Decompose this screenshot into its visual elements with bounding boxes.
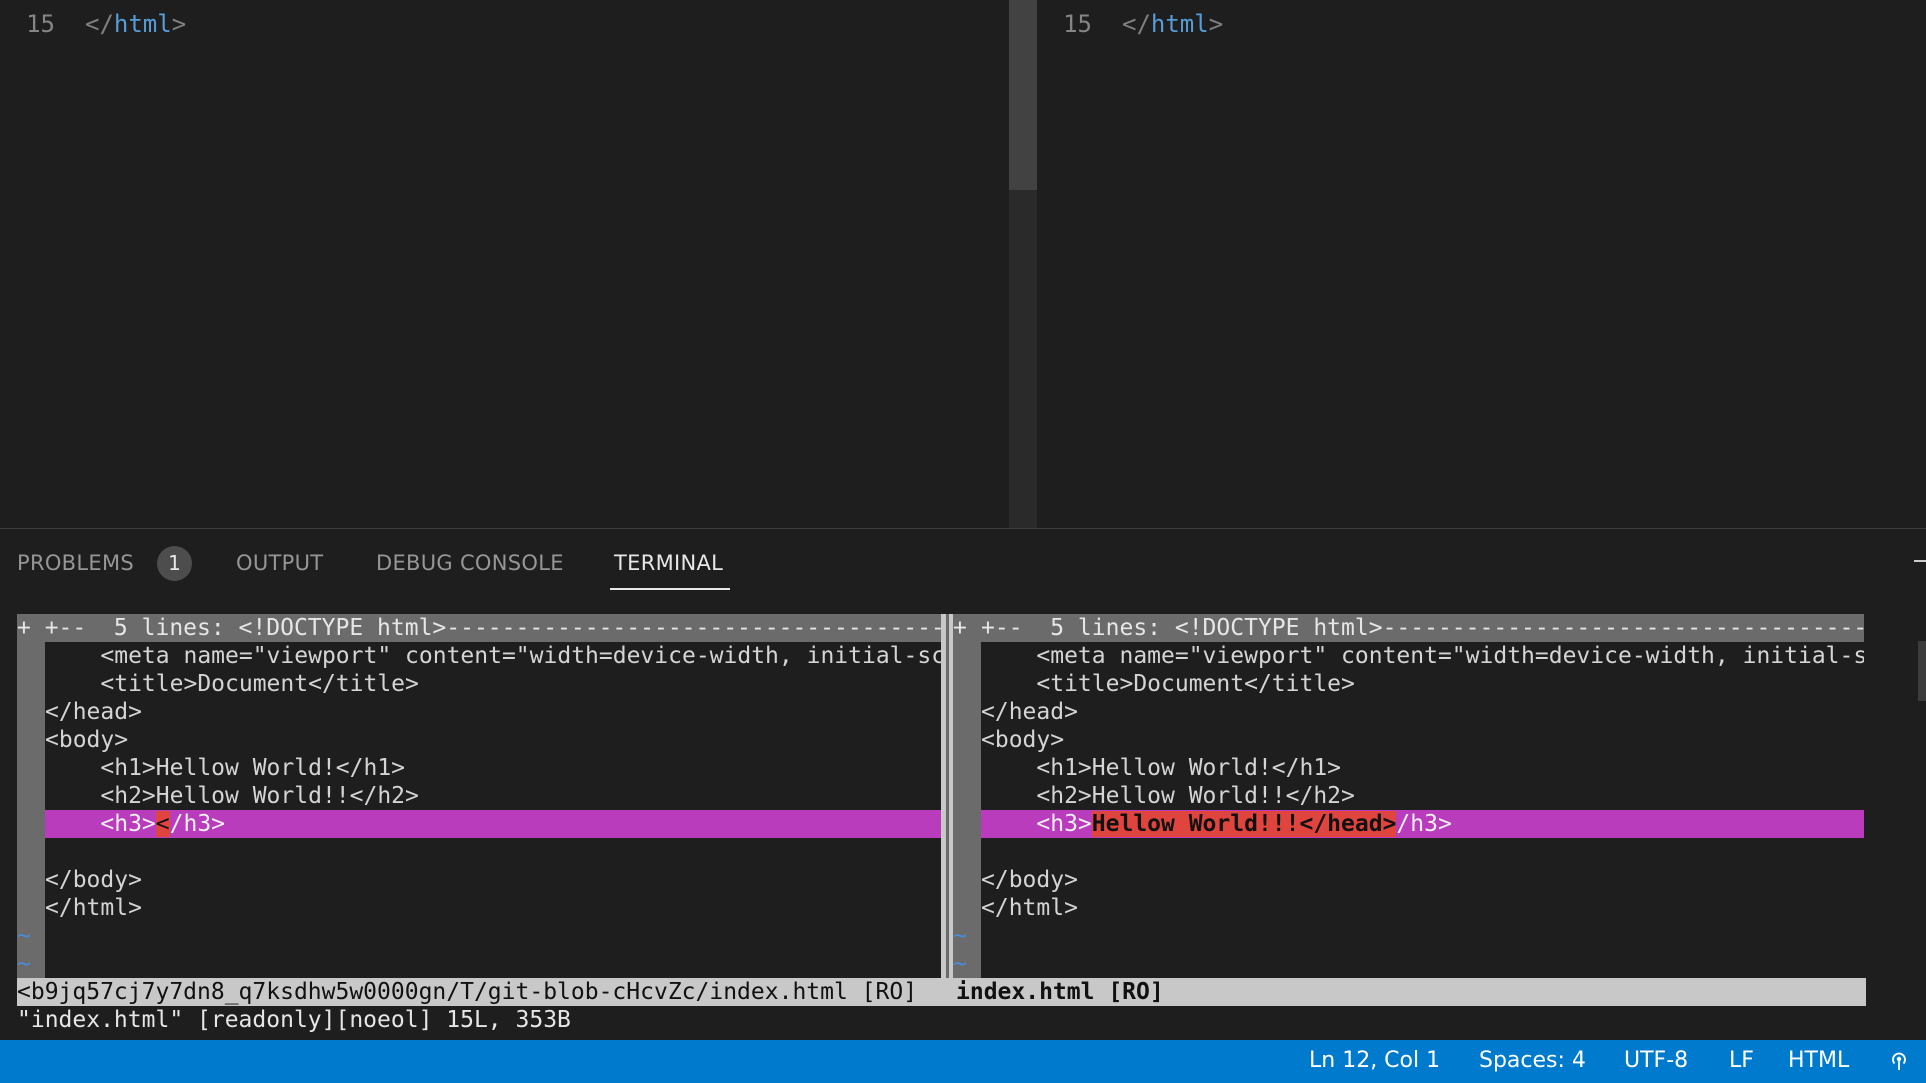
- terminal-line: <title>Document</title>: [45, 671, 419, 697]
- vim-message-line: "index.html" [readonly][noeol] 15L, 353B: [17, 1007, 571, 1033]
- empty-line-tilde: ~: [17, 923, 31, 949]
- diff-suffix: /h3>: [1396, 811, 1452, 837]
- code-punct: </: [1122, 10, 1151, 38]
- diff-prefix: <h3>: [981, 811, 1092, 837]
- editor-scrollbar-thumb[interactable]: [1009, 0, 1037, 190]
- vim-statusline-right: index.html [RO]: [954, 978, 1866, 1006]
- editor-pane-original[interactable]: 15 </html>: [0, 0, 1009, 528]
- tab-terminal[interactable]: TERMINAL: [614, 551, 723, 575]
- panel-tabs: PROBLEMS 1 OUTPUT DEBUG CONSOLE TERMINAL: [0, 529, 1926, 595]
- code-punct: >: [1208, 10, 1224, 38]
- diff-suffix: /h3>: [169, 811, 226, 837]
- fold-line-left: + +-- 5 lines: <!DOCTYPE html>----------…: [17, 614, 941, 642]
- terminal-line: </html>: [981, 895, 1078, 921]
- terminal-scrollbar[interactable]: [1918, 641, 1926, 701]
- terminal-line: <h1>Hellow World!</h1>: [45, 755, 406, 781]
- code-tag: html: [1150, 10, 1209, 38]
- code-punct: </: [85, 10, 114, 38]
- empty-line-tilde: ~: [17, 951, 31, 977]
- terminal-line: </body>: [45, 867, 142, 893]
- code-tag: html: [113, 10, 172, 38]
- code-punct: >: [171, 10, 187, 38]
- tab-output[interactable]: OUTPUT: [236, 551, 323, 575]
- empty-line-tilde: ~: [953, 923, 967, 949]
- file-encoding[interactable]: UTF-8: [1624, 1048, 1688, 1073]
- language-mode[interactable]: HTML: [1788, 1048, 1849, 1073]
- diff-change-line-right: <h3>Hellow World!!!</head>/h3>: [981, 810, 1864, 838]
- terminal-line: <body>: [981, 727, 1065, 753]
- code-line: 15 </html>: [1037, 9, 1223, 39]
- tab-problems[interactable]: PROBLEMS: [17, 551, 134, 575]
- terminal-line: </html>: [45, 895, 142, 921]
- gutter-plus: +: [953, 615, 967, 641]
- vim-split-line: [946, 614, 949, 978]
- tab-debug-console[interactable]: DEBUG CONSOLE: [376, 551, 564, 575]
- editor-pane-modified[interactable]: 15 </html>: [1037, 0, 1926, 528]
- terminal-line: <h1>Hellow World!</h1>: [981, 755, 1342, 781]
- status-bar: Ln 12, Col 1 Spaces: 4 UTF-8 LF HTML: [0, 1040, 1926, 1083]
- terminal-line: <h2>Hellow World!!</h2>: [45, 783, 419, 809]
- terminal-line: </head>: [981, 699, 1078, 725]
- terminal-line: </body>: [981, 867, 1078, 893]
- fold-line-right: +-- 5 lines: <!DOCTYPE html>------------…: [981, 614, 1864, 642]
- line-number: 15: [1063, 10, 1092, 38]
- bottom-panel: PROBLEMS 1 OUTPUT DEBUG CONSOLE TERMINAL…: [0, 529, 1926, 1040]
- vim-statusline-left: <b9jq57cj7y7dn8_q7ksdhw5w0000gn/T/git-bl…: [17, 978, 954, 1006]
- code-line: 15 </html>: [0, 9, 186, 39]
- problems-count-badge: 1: [157, 546, 192, 581]
- active-tab-indicator: [610, 588, 730, 590]
- diff-text-highlight: <: [155, 811, 170, 837]
- minimize-icon[interactable]: [1914, 560, 1926, 562]
- terminal-line: </head>: [45, 699, 142, 725]
- diff-change-line-left: <h3></h3>: [45, 810, 941, 838]
- indentation-setting[interactable]: Spaces: 4: [1479, 1048, 1586, 1073]
- editor-area: 15 </html> 15 </html>: [0, 0, 1926, 528]
- line-number: 15: [26, 10, 55, 38]
- diff-text-highlight: Hellow World!!!</head>: [1091, 811, 1397, 837]
- terminal-line: <body>: [45, 727, 129, 753]
- terminal-line: <meta name="viewport" content="width=dev…: [100, 643, 941, 669]
- broadcast-icon[interactable]: [1888, 1050, 1910, 1072]
- diff-prefix: <h3>: [45, 811, 156, 837]
- terminal-line: <meta name="viewport" content="width=dev…: [1036, 643, 1864, 669]
- empty-line-tilde: ~: [953, 951, 967, 977]
- terminal-line: <title>Document</title>: [981, 671, 1355, 697]
- line-ending[interactable]: LF: [1729, 1048, 1754, 1073]
- terminal-line: <h2>Hellow World!!</h2>: [981, 783, 1355, 809]
- cursor-position[interactable]: Ln 12, Col 1: [1309, 1048, 1440, 1073]
